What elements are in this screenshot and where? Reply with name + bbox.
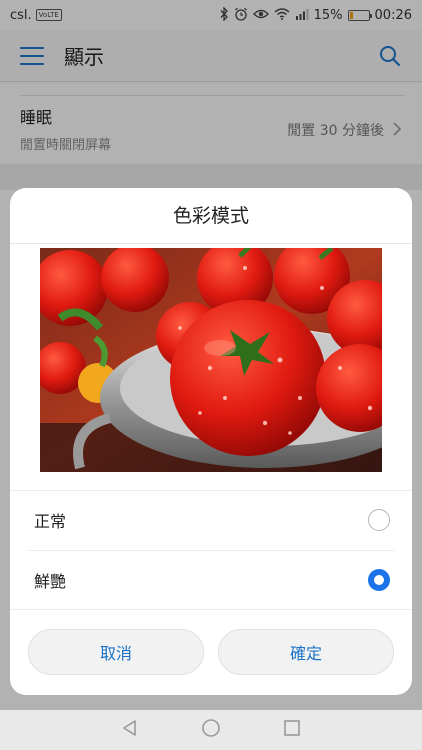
color-mode-dialog: 色彩模式 正常 鮮艷 取消 確定 (10, 188, 412, 695)
back-icon[interactable] (120, 718, 140, 742)
navigation-bar (0, 710, 422, 750)
radio-normal[interactable] (368, 509, 390, 531)
cancel-button[interactable]: 取消 (28, 629, 204, 675)
recents-icon[interactable] (282, 718, 302, 742)
option-divider-bottom (10, 609, 412, 610)
radio-vivid[interactable] (368, 569, 390, 591)
confirm-button[interactable]: 確定 (218, 629, 394, 675)
dialog-title: 色彩模式 (10, 188, 412, 244)
option-vivid-label: 鮮艷 (34, 572, 67, 591)
option-normal[interactable]: 正常 (10, 491, 412, 549)
tomato-photo (40, 248, 382, 472)
home-icon[interactable] (201, 718, 221, 742)
option-normal-label: 正常 (34, 512, 67, 531)
preview-image (40, 248, 382, 472)
option-vivid[interactable]: 鮮艷 (10, 551, 412, 609)
